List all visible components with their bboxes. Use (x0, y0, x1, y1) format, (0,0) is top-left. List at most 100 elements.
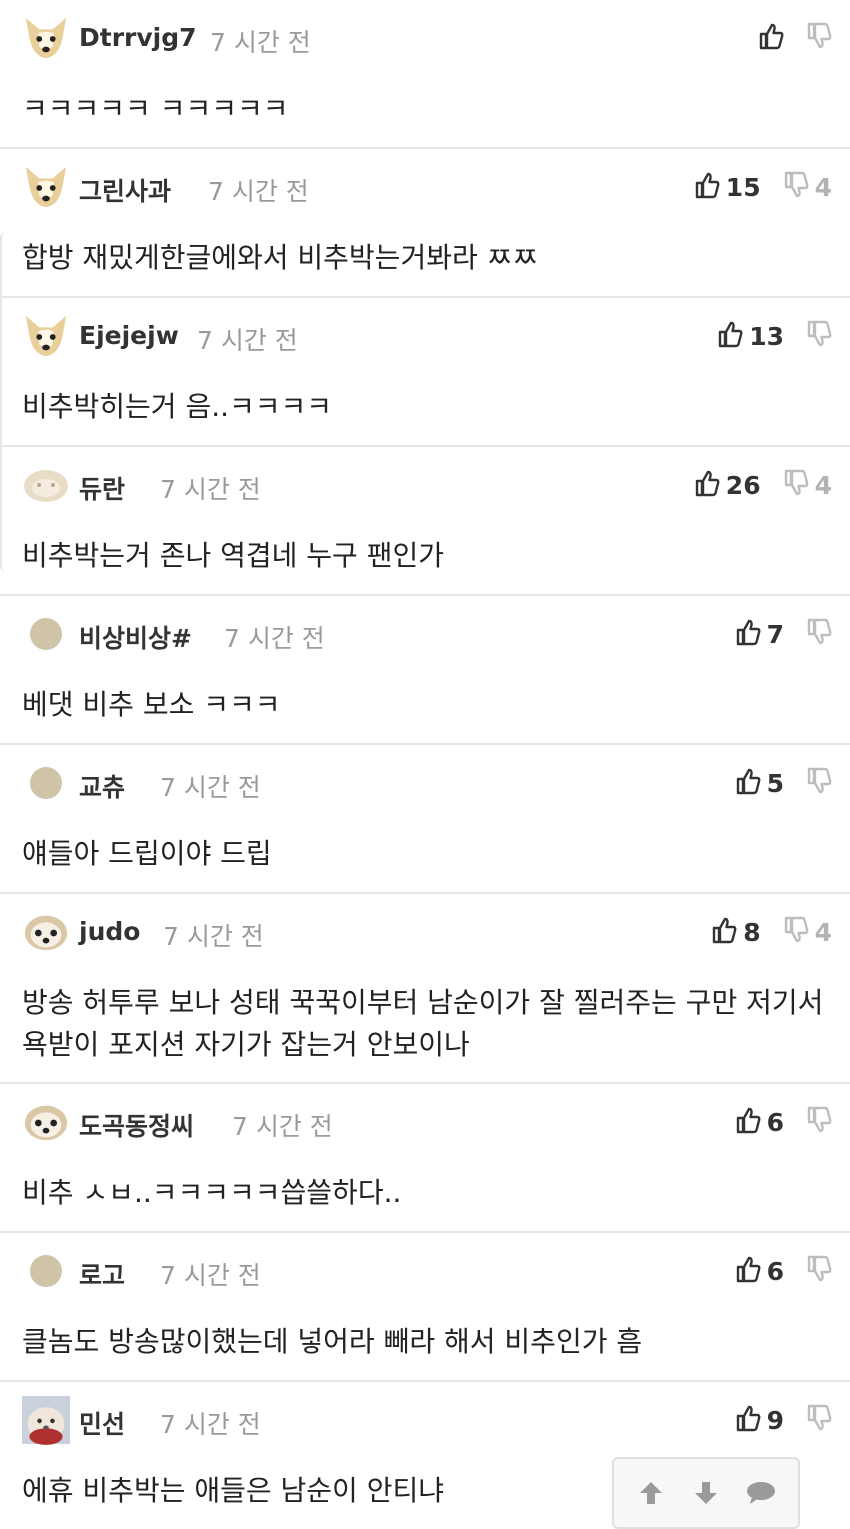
vote-controls (758, 20, 832, 56)
comment-button[interactable] (739, 1471, 783, 1515)
comment-item: 듀란 7 시간 전 26 4 비추박는거 존나 역겹네 누구 팬인가 (0, 447, 850, 596)
comment-username[interactable]: 교츄 (79, 768, 125, 804)
like-count: 13 (749, 321, 784, 351)
like-count: 7 (766, 619, 784, 649)
circle-avatar-icon[interactable] (22, 610, 70, 658)
comment-text: 비추박는거 존나 역겹네 누구 팬인가 (22, 539, 445, 572)
thumbs-down-icon (806, 22, 832, 54)
comment-username[interactable]: 그린사과 (79, 172, 171, 208)
vote-controls: 7 (735, 616, 832, 652)
comment-time: 7 시간 전 (224, 624, 325, 653)
like-button[interactable]: 13 (717, 320, 784, 352)
comment-time: 7 시간 전 (160, 773, 261, 802)
comment-username[interactable]: Ejejejw (79, 321, 179, 350)
dislike-button[interactable] (806, 320, 832, 352)
comment-text: 비추박히는거 음..ㅋㅋㅋㅋ (22, 390, 333, 423)
like-count: 8 (743, 917, 761, 947)
puppy-avatar-icon[interactable] (22, 908, 70, 956)
thumbs-down-icon (783, 469, 809, 501)
scroll-down-button[interactable] (684, 1471, 728, 1515)
thumbs-up-icon (717, 320, 743, 352)
dog-avatar-icon[interactable] (22, 163, 70, 211)
blob-avatar-icon[interactable] (22, 461, 70, 509)
thumbs-up-icon (735, 1255, 761, 1287)
comment-username[interactable]: 비상비상# (79, 619, 192, 655)
thumbs-up-icon (694, 469, 720, 501)
scroll-toolbar (612, 1457, 800, 1529)
like-count: 6 (766, 1256, 784, 1286)
thumbs-down-icon (806, 1106, 832, 1138)
dislike-button[interactable]: 4 (783, 171, 832, 203)
circle-avatar-icon[interactable] (22, 759, 70, 807)
vote-controls: 6 (735, 1253, 832, 1289)
comment-time: 7 시간 전 (163, 922, 264, 951)
dog-avatar-icon[interactable] (22, 312, 70, 360)
like-count: 26 (725, 470, 761, 500)
dislike-button[interactable] (806, 1255, 832, 1287)
circle-avatar-icon[interactable] (22, 1247, 70, 1295)
like-button[interactable]: 9 (735, 1404, 784, 1436)
comment-text: 클놈도 방송많이했는데 넣어라 빼라 해서 비추인가 흠 (22, 1325, 643, 1358)
comment-username[interactable]: Dtrrvjg7 (79, 23, 197, 52)
comment-text: ㅋㅋㅋㅋㅋ ㅋㅋㅋㅋㅋ (22, 92, 289, 125)
vote-controls: 9 (735, 1402, 832, 1438)
comment-header: Dtrrvjg7 7 시간 전 (0, 8, 850, 68)
comment-item: 교츄 7 시간 전 5 얘들아 드립이야 드립 (0, 745, 850, 894)
dislike-count: 4 (814, 917, 832, 947)
comment-username[interactable]: 민선 (79, 1405, 125, 1441)
dislike-button[interactable] (806, 1404, 832, 1436)
comment-text: 베댓 비추 보소 ㅋㅋㅋ (22, 688, 281, 721)
like-count: 5 (766, 768, 784, 798)
like-button[interactable]: 8 (711, 916, 761, 948)
comment-item: judo 7 시간 전 8 4 방송 허투루 보나 성태 꾹꾹이부터 남순이가 … (0, 894, 850, 1084)
dog-avatar-icon[interactable] (22, 14, 70, 62)
vote-controls: 15 4 (694, 169, 832, 205)
dislike-button[interactable] (806, 22, 832, 54)
like-button[interactable]: 6 (735, 1106, 784, 1138)
comment-item: 비상비상# 7 시간 전 7 베댓 비추 보소 ㅋㅋㅋ (0, 596, 850, 745)
like-button[interactable]: 15 (694, 171, 761, 203)
comment-username[interactable]: 듀란 (79, 470, 125, 506)
comment-header: judo 7 시간 전 8 4 (0, 902, 850, 962)
comment-header: 도곡동정씨 7 시간 전 6 (0, 1092, 850, 1152)
thumbs-down-icon (806, 320, 832, 352)
comment-text: 합방 재밌게한글에와서 비추박는거봐라 ㅉㅉ (22, 241, 539, 274)
comment-time: 7 시간 전 (160, 475, 261, 504)
comment-header: 비상비상# 7 시간 전 7 (0, 604, 850, 664)
scroll-up-button[interactable] (629, 1471, 673, 1515)
comment-time: 7 시간 전 (232, 1112, 333, 1141)
comment-header: 로고 7 시간 전 6 (0, 1241, 850, 1301)
dislike-button[interactable] (806, 767, 832, 799)
vote-controls: 5 (735, 765, 832, 801)
comment-username[interactable]: judo (79, 917, 140, 946)
comment-header: 민선 7 시간 전 9 (0, 1390, 850, 1450)
arrow-down-icon (694, 1482, 717, 1504)
comment-item: 도곡동정씨 7 시간 전 6 비추 ㅅㅂ..ㅋㅋㅋㅋㅋ씁쓸하다.. (0, 1084, 850, 1233)
dislike-button[interactable] (806, 618, 832, 650)
thumbs-down-icon (806, 1404, 832, 1436)
photo-avatar-icon[interactable] (22, 1396, 70, 1445)
like-button[interactable]: 6 (735, 1255, 784, 1287)
thumbs-up-icon (711, 916, 737, 948)
thumbs-up-icon (694, 171, 720, 203)
comment-item: 그린사과 7 시간 전 15 4 합방 재밌게한글에와서 비추박는거봐라 ㅉㅉ (0, 149, 850, 298)
dislike-button[interactable]: 4 (783, 916, 832, 948)
like-button[interactable]: 7 (735, 618, 784, 650)
like-button[interactable]: 5 (735, 767, 784, 799)
thumbs-up-icon (735, 618, 761, 650)
dislike-button[interactable]: 4 (783, 469, 832, 501)
comment-username[interactable]: 도곡동정씨 (79, 1107, 194, 1143)
like-count: 15 (725, 172, 761, 202)
like-button[interactable]: 26 (694, 469, 761, 501)
dislike-button[interactable] (806, 1106, 832, 1138)
like-button[interactable] (758, 22, 784, 54)
comment-time: 7 시간 전 (197, 326, 298, 355)
comment-username[interactable]: 로고 (79, 1256, 125, 1292)
vote-controls: 26 4 (694, 467, 832, 503)
comment-header: 듀란 7 시간 전 26 4 (0, 455, 850, 515)
thumbs-up-icon (735, 767, 761, 799)
puppy-avatar-icon[interactable] (22, 1098, 70, 1146)
comment-header: 교츄 7 시간 전 5 (0, 753, 850, 813)
vote-controls: 6 (735, 1104, 832, 1140)
thumbs-up-icon (735, 1404, 761, 1436)
